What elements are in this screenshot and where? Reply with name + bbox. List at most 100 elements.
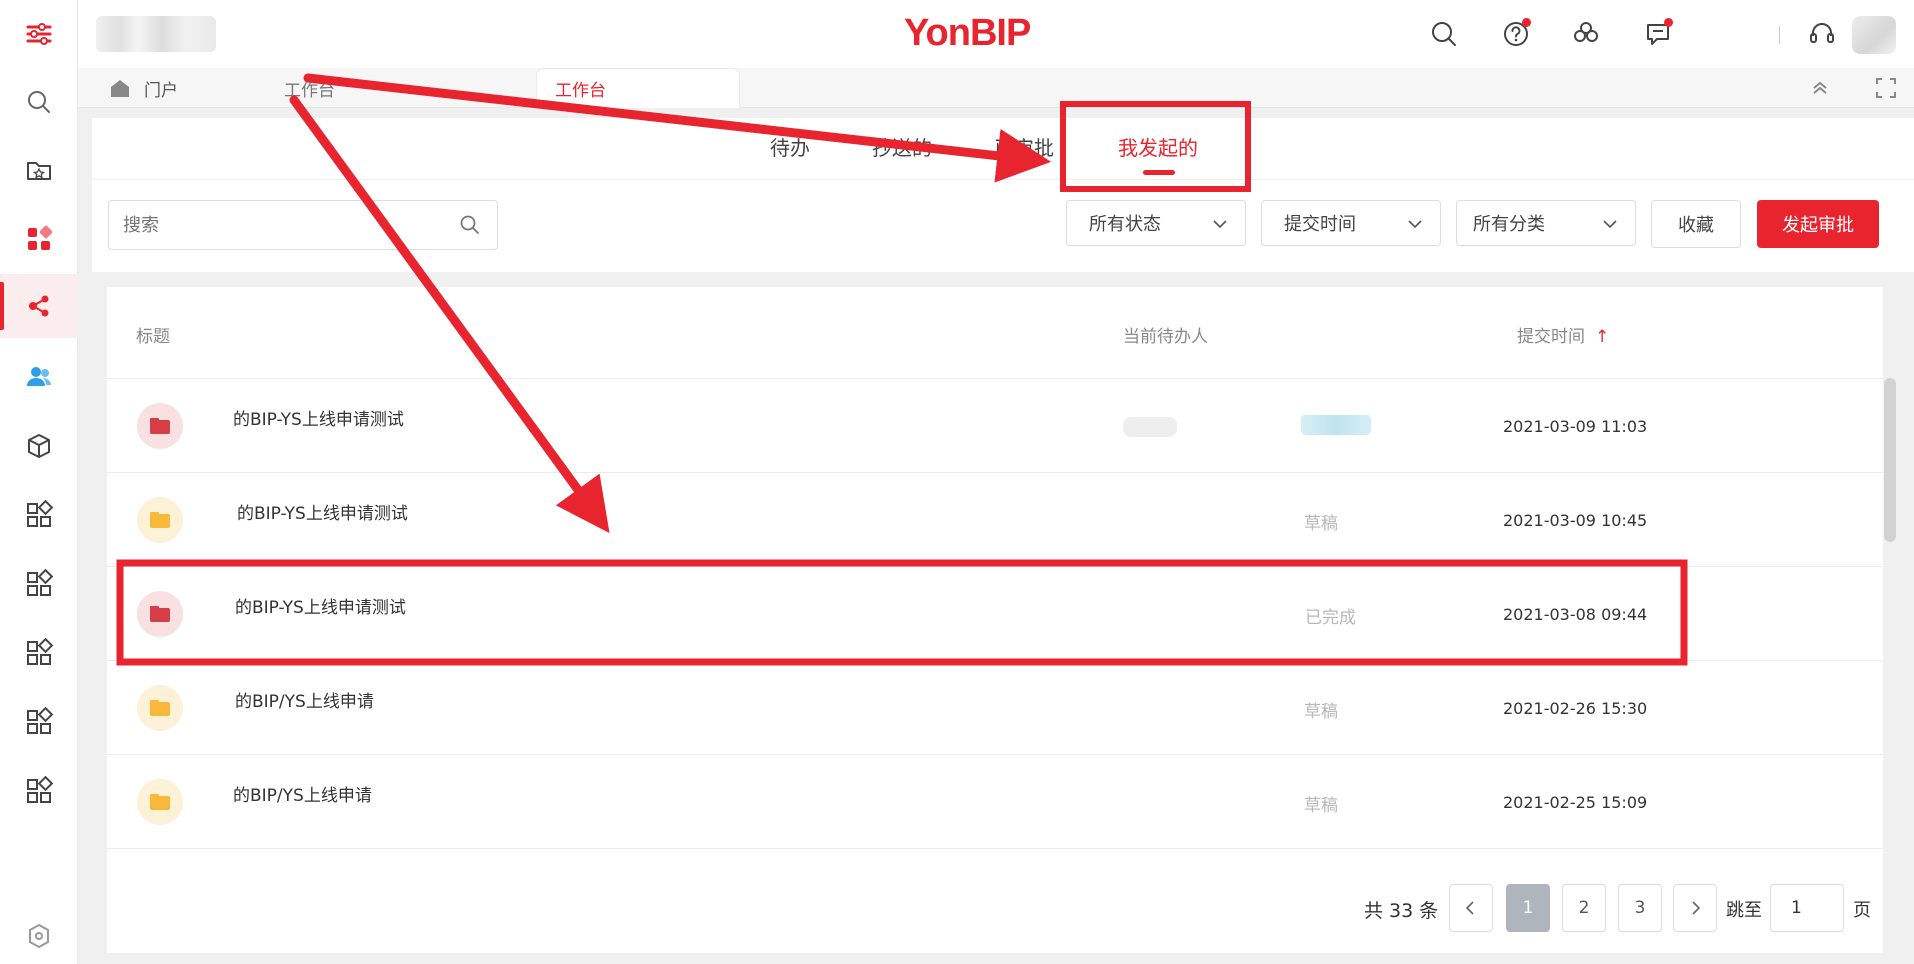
sidebar-module-1[interactable]: [0, 483, 78, 547]
table-scrollbar[interactable]: [1884, 378, 1896, 542]
apps-icon: [28, 225, 53, 250]
chevron-down-icon: [1408, 220, 1422, 229]
column-submit-time-label: 提交时间: [1517, 327, 1585, 347]
row-title[interactable]: 的BIP-YS上线申请测试: [233, 405, 404, 430]
row-title[interactable]: 的BIP-YS上线申请测试: [235, 593, 406, 618]
approval-sub-tabs: 待办 抄送的 已审批 我发起的: [92, 118, 1914, 180]
window-tab-strip: 门户 工作台 工作台: [78, 68, 1914, 108]
sidebar-apps[interactable]: [0, 207, 78, 271]
time-select[interactable]: 提交时间: [1261, 200, 1441, 246]
table-row[interactable]: 的BIP-YS上线申请测试 2021-03-09 11:03: [107, 379, 1883, 473]
row-time: 2021-03-09 10:45: [1503, 511, 1648, 530]
goto-label: 跳至: [1726, 900, 1762, 921]
widgets-icon: [27, 638, 54, 665]
folder-icon: [150, 606, 170, 622]
notification-dot: [1522, 18, 1531, 27]
ai-assistant-button[interactable]: [1570, 18, 1602, 50]
fullscreen-icon[interactable]: [1874, 76, 1898, 100]
menu-logo-icon[interactable]: [0, 2, 78, 66]
search-icon: [28, 91, 50, 113]
page-3-button[interactable]: 3: [1618, 884, 1662, 932]
widgets-icon: [27, 500, 54, 527]
folder-icon: [150, 700, 170, 716]
sidebar-module-2[interactable]: [0, 552, 78, 616]
top-divider: [1779, 26, 1780, 44]
messages-button[interactable]: [1642, 18, 1674, 50]
customer-service-button[interactable]: [1806, 18, 1838, 50]
tab-workbench-2[interactable]: 工作台: [536, 68, 740, 108]
table-row[interactable]: 的BIP-YS上线申请测试 草稿 2021-03-09 10:45: [107, 473, 1883, 567]
row-time: 2021-02-25 15:09: [1503, 793, 1648, 812]
page-1-button[interactable]: 1: [1506, 884, 1550, 932]
table-row[interactable]: 的BIP/YS上线申请 草稿 2021-02-26 15:30: [107, 661, 1883, 755]
left-sidebar: [0, 0, 78, 964]
row-status: 草稿: [1304, 796, 1338, 816]
cube-icon: [28, 434, 50, 458]
row-title[interactable]: 的BIP/YS上线申请: [233, 781, 372, 806]
favorite-button[interactable]: 收藏: [1651, 200, 1741, 248]
sidebar-package[interactable]: [0, 414, 78, 478]
clover-icon: [1574, 22, 1598, 42]
notification-dot: [1664, 18, 1673, 27]
row-time: 2021-02-26 15:30: [1503, 699, 1648, 718]
tab-todo[interactable]: 待办: [770, 132, 810, 161]
sidebar-module-5[interactable]: [0, 759, 78, 823]
status-select[interactable]: 所有状态: [1066, 200, 1246, 246]
table-row[interactable]: 的BIP-YS上线申请测试 已完成 2021-03-08 09:44: [107, 567, 1883, 661]
account-name-blurred[interactable]: [96, 16, 216, 52]
tab-approved[interactable]: 已审批: [994, 132, 1054, 161]
active-tab-indicator: [1143, 170, 1175, 175]
form-type-icon: [137, 497, 183, 543]
assignee-blurred: [1123, 417, 1177, 437]
sidebar-module-4[interactable]: [0, 690, 78, 754]
form-type-icon: [137, 685, 183, 731]
prev-page-button[interactable]: [1449, 884, 1493, 932]
sidebar-settings[interactable]: [0, 914, 78, 958]
sidebar-contacts[interactable]: [0, 345, 78, 409]
tab-label: 门户: [144, 80, 178, 101]
page-2-button[interactable]: 2: [1562, 884, 1606, 932]
start-approval-button[interactable]: 发起审批: [1757, 200, 1879, 248]
time-select-value: 提交时间: [1284, 214, 1356, 235]
row-time: 2021-03-08 09:44: [1503, 605, 1648, 624]
tab-cc[interactable]: 抄送的: [872, 132, 932, 161]
row-title[interactable]: 的BIP-YS上线申请测试: [237, 499, 408, 524]
next-page-button[interactable]: [1673, 884, 1717, 932]
search-icon[interactable]: [458, 213, 482, 237]
avatar[interactable]: [1852, 16, 1896, 54]
tab-workbench-1[interactable]: 工作台: [284, 68, 335, 108]
chevron-right-icon: [1692, 901, 1701, 915]
sidebar-module-3[interactable]: [0, 621, 78, 685]
category-select-value: 所有分类: [1473, 214, 1545, 235]
sidebar-approval[interactable]: [0, 274, 78, 338]
pagination-total: 共 33 条: [1364, 900, 1439, 922]
column-submit-time[interactable]: 提交时间 ↑: [1517, 322, 1609, 347]
column-assignee: 当前待办人: [1123, 327, 1208, 347]
category-select[interactable]: 所有分类: [1456, 200, 1636, 246]
tab-label: 工作台: [555, 81, 606, 101]
row-title[interactable]: 的BIP/YS上线申请: [235, 687, 374, 712]
goto-page-input[interactable]: 1: [1770, 884, 1844, 932]
tab-initiated[interactable]: 我发起的: [1118, 132, 1198, 161]
status-select-value: 所有状态: [1089, 214, 1161, 235]
home-icon: [111, 80, 129, 97]
form-type-icon: [137, 591, 183, 637]
sidebar-favorites[interactable]: [0, 138, 78, 202]
folder-icon: [150, 418, 170, 434]
share-nodes-icon: [29, 295, 49, 317]
form-type-icon: [137, 779, 183, 825]
users-icon: [27, 367, 51, 386]
brand-logo: YonBIP: [904, 12, 1031, 54]
folder-star-icon: [27, 162, 51, 180]
search-input[interactable]: [108, 200, 498, 250]
sidebar-search[interactable]: [0, 70, 78, 134]
collapse-up-icon[interactable]: [1808, 76, 1832, 100]
table-row[interactable]: 的BIP/YS上线申请 草稿 2021-02-25 15:09: [107, 755, 1883, 849]
global-search-button[interactable]: [1428, 18, 1460, 50]
form-type-icon: [137, 403, 183, 449]
folder-icon: [150, 794, 170, 810]
sliders-icon: [26, 23, 52, 45]
help-button[interactable]: [1500, 18, 1532, 50]
search-icon: [1432, 22, 1456, 46]
tab-portal[interactable]: 门户: [108, 68, 178, 108]
